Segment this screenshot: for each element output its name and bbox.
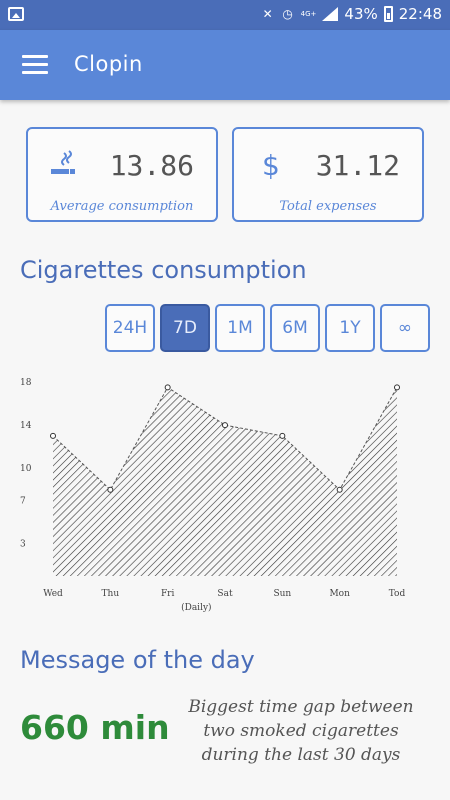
mute-icon: ✕ bbox=[262, 7, 273, 21]
expenses-label: Total expenses bbox=[279, 199, 377, 214]
status-icons: ✕ ◷ 4G+ 43% 22:48 bbox=[261, 5, 442, 23]
app-bar: Clopin bbox=[0, 30, 450, 100]
total-expenses-card[interactable]: $ 31.12 Total expenses bbox=[232, 127, 424, 222]
message-title: Message of the day bbox=[20, 646, 255, 674]
range-button-24h[interactable]: 24H bbox=[105, 304, 155, 352]
average-value: 13.86 bbox=[109, 149, 194, 182]
cigarette-icon bbox=[51, 150, 75, 174]
data-point[interactable] bbox=[164, 384, 171, 391]
battery-percent: 43% bbox=[344, 5, 378, 23]
area-series bbox=[53, 387, 397, 576]
status-bar: ✕ ◷ 4G+ 43% 22:48 bbox=[0, 0, 450, 30]
image-icon bbox=[8, 7, 24, 21]
signal-icon bbox=[322, 7, 339, 21]
x-tick-label: Sun bbox=[273, 589, 291, 599]
x-tick-label: Mon bbox=[329, 589, 350, 599]
range-button-7d[interactable]: 7D bbox=[160, 304, 210, 352]
battery-icon bbox=[383, 6, 393, 22]
data-point[interactable] bbox=[394, 384, 400, 391]
x-tick-label: Thu bbox=[102, 589, 120, 599]
app-title: Clopin bbox=[74, 52, 143, 76]
range-button-6m[interactable]: 6M bbox=[270, 304, 320, 352]
message-text: Biggest time gap between two smoked ciga… bbox=[188, 697, 414, 765]
data-point[interactable] bbox=[336, 486, 343, 493]
average-label: Average consumption bbox=[50, 199, 194, 214]
y-tick-label: 14 bbox=[20, 421, 32, 431]
data-point[interactable] bbox=[279, 432, 286, 439]
y-tick-label: 7 bbox=[20, 497, 26, 507]
hamburger-icon[interactable] bbox=[22, 55, 48, 75]
range-button-1m[interactable]: 1M bbox=[215, 304, 265, 352]
data-point[interactable] bbox=[222, 422, 228, 429]
x-tick-label: Sat bbox=[217, 589, 233, 599]
x-tick-label: Wed bbox=[43, 589, 63, 599]
data-point[interactable] bbox=[107, 486, 114, 493]
y-tick-label: 18 bbox=[20, 378, 32, 388]
consumption-chart: 3 7 10 14 18 Wed Thu Fri Sat Sun Mon Tod (Daily) bbox=[20, 378, 406, 613]
data-point[interactable] bbox=[50, 432, 56, 439]
dollar-icon: $ bbox=[262, 149, 280, 182]
expenses-value: 31.12 bbox=[315, 149, 400, 182]
consumption-title: Cigarettes consumption bbox=[20, 256, 307, 284]
y-tick-label: 3 bbox=[20, 540, 26, 550]
message-value: 660 min bbox=[20, 708, 170, 747]
x-axis-label: (Daily) bbox=[181, 602, 211, 613]
clock: 22:48 bbox=[398, 5, 442, 23]
x-tick-label: Fri bbox=[161, 589, 175, 599]
network-label: 4G+ bbox=[300, 9, 317, 18]
average-consumption-card[interactable]: 13.86 Average consumption bbox=[26, 127, 218, 222]
y-tick-label: 10 bbox=[20, 464, 32, 474]
range-selector: 24H 7D 1M 6M 1Y ∞ bbox=[105, 304, 430, 352]
range-button-1y[interactable]: 1Y bbox=[325, 304, 375, 352]
range-button-all[interactable]: ∞ bbox=[380, 304, 430, 352]
alarm-icon: ◷ bbox=[282, 7, 293, 21]
x-tick-label: Tod bbox=[389, 589, 406, 599]
